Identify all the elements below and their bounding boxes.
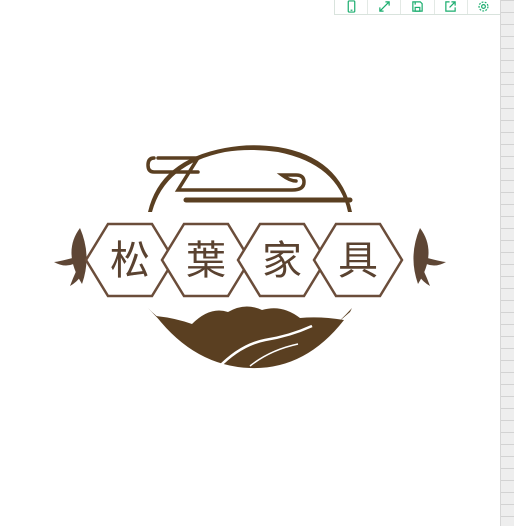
share-icon (445, 0, 456, 12)
logo-char-2: 葉 (186, 238, 226, 284)
logo-char-4: 具 (338, 238, 378, 284)
editor-canvas: 松 葉 家 具 (0, 0, 501, 526)
fullscreen-icon (379, 0, 390, 12)
share-button[interactable] (433, 0, 467, 14)
canvas-toolbar (334, 0, 501, 15)
save-button[interactable] (400, 0, 433, 14)
settings-icon (478, 0, 489, 12)
logo-char-3: 家 (262, 238, 302, 284)
left-leaf-icon (54, 228, 87, 286)
fullscreen-button[interactable] (367, 0, 400, 14)
mountain-emblem (148, 306, 352, 369)
mobile-preview-button[interactable] (335, 0, 367, 14)
settings-button[interactable] (466, 0, 500, 14)
logo-char-1: 松 (110, 238, 150, 284)
ruler-scrollbar[interactable] (500, 0, 514, 526)
right-leaf-icon (413, 228, 446, 286)
mobile-preview-icon (347, 0, 355, 13)
cloud-emblem (146, 145, 353, 212)
brand-logo: 松 葉 家 具 (54, 145, 446, 369)
save-icon (412, 0, 423, 12)
